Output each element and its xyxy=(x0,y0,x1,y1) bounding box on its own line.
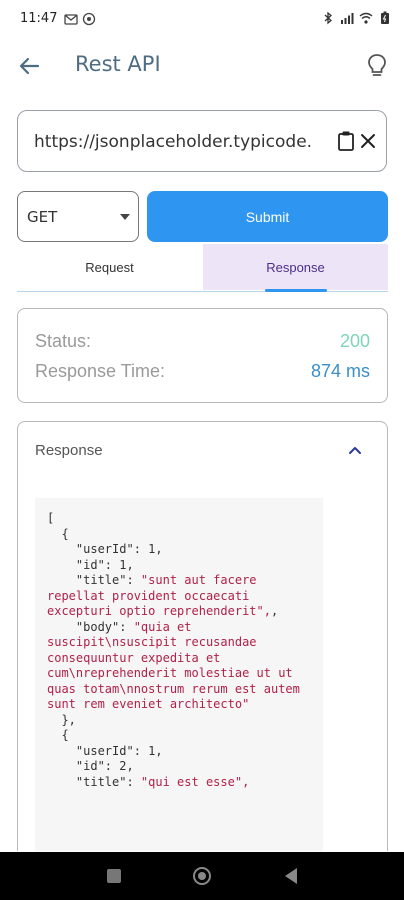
tab-response[interactable]: Response xyxy=(203,244,388,290)
response-panel-header: Response xyxy=(35,442,103,459)
status-code-value: 200 xyxy=(339,331,370,351)
tab-bar: Request Response xyxy=(17,244,388,292)
status-card: Status: 200 Response Time: 874 ms xyxy=(17,308,388,403)
bluetooth-icon xyxy=(324,11,332,25)
response-body: [ { "userId": 1, "id": 1, "title": "sunt… xyxy=(35,498,323,851)
gmail-icon xyxy=(64,14,78,25)
url-input[interactable] xyxy=(34,129,324,155)
battery-icon xyxy=(381,11,389,24)
url-field xyxy=(17,110,387,172)
response-time-label: Response Time: xyxy=(35,361,166,381)
chevron-up-icon[interactable] xyxy=(347,443,363,457)
signal-icon xyxy=(341,13,354,24)
method-select[interactable]: GET xyxy=(17,191,139,242)
wifi-icon xyxy=(359,12,373,24)
json-string: "qui est esse", xyxy=(140,774,250,789)
json-string: "sunt aut facere repellat provident occa… xyxy=(47,573,271,618)
method-value: GET xyxy=(27,208,58,226)
lightbulb-icon[interactable] xyxy=(364,52,390,80)
submit-button[interactable]: Submit xyxy=(147,191,388,242)
tab-request[interactable]: Request xyxy=(17,244,202,290)
notification-icon xyxy=(82,12,96,26)
status-time: 11:47 xyxy=(20,11,58,26)
json-code: [ { "userId": 1, "id": 1, "title": "sunt… xyxy=(47,511,300,789)
json-value: 1 xyxy=(119,557,127,572)
home-icon[interactable] xyxy=(192,866,212,886)
json-value: 1 xyxy=(148,743,156,758)
navigation-bar xyxy=(0,852,404,900)
tab-divider xyxy=(17,291,388,292)
clipboard-icon[interactable] xyxy=(336,130,356,152)
close-icon[interactable] xyxy=(359,132,377,150)
response-time-value: 874 ms xyxy=(310,361,370,381)
json-string: "quia et suscipit\nsuscipit recusandae c… xyxy=(47,619,300,712)
back-triangle-icon[interactable] xyxy=(283,867,299,885)
status-bar: 11:47 xyxy=(0,0,404,38)
response-panel: Response [ { "userId": 1, "id": 1, "titl… xyxy=(17,421,388,851)
caret-down-icon xyxy=(120,214,130,220)
app-bar: Rest API xyxy=(0,38,404,94)
arrow-left-icon[interactable] xyxy=(16,52,44,80)
page-title: Rest API xyxy=(75,52,161,76)
tab-indicator xyxy=(265,289,327,292)
json-value: 2 xyxy=(119,759,127,773)
json-value: 1 xyxy=(148,542,156,556)
recent-apps-icon[interactable] xyxy=(107,869,121,883)
status-label: Status: xyxy=(35,331,92,351)
